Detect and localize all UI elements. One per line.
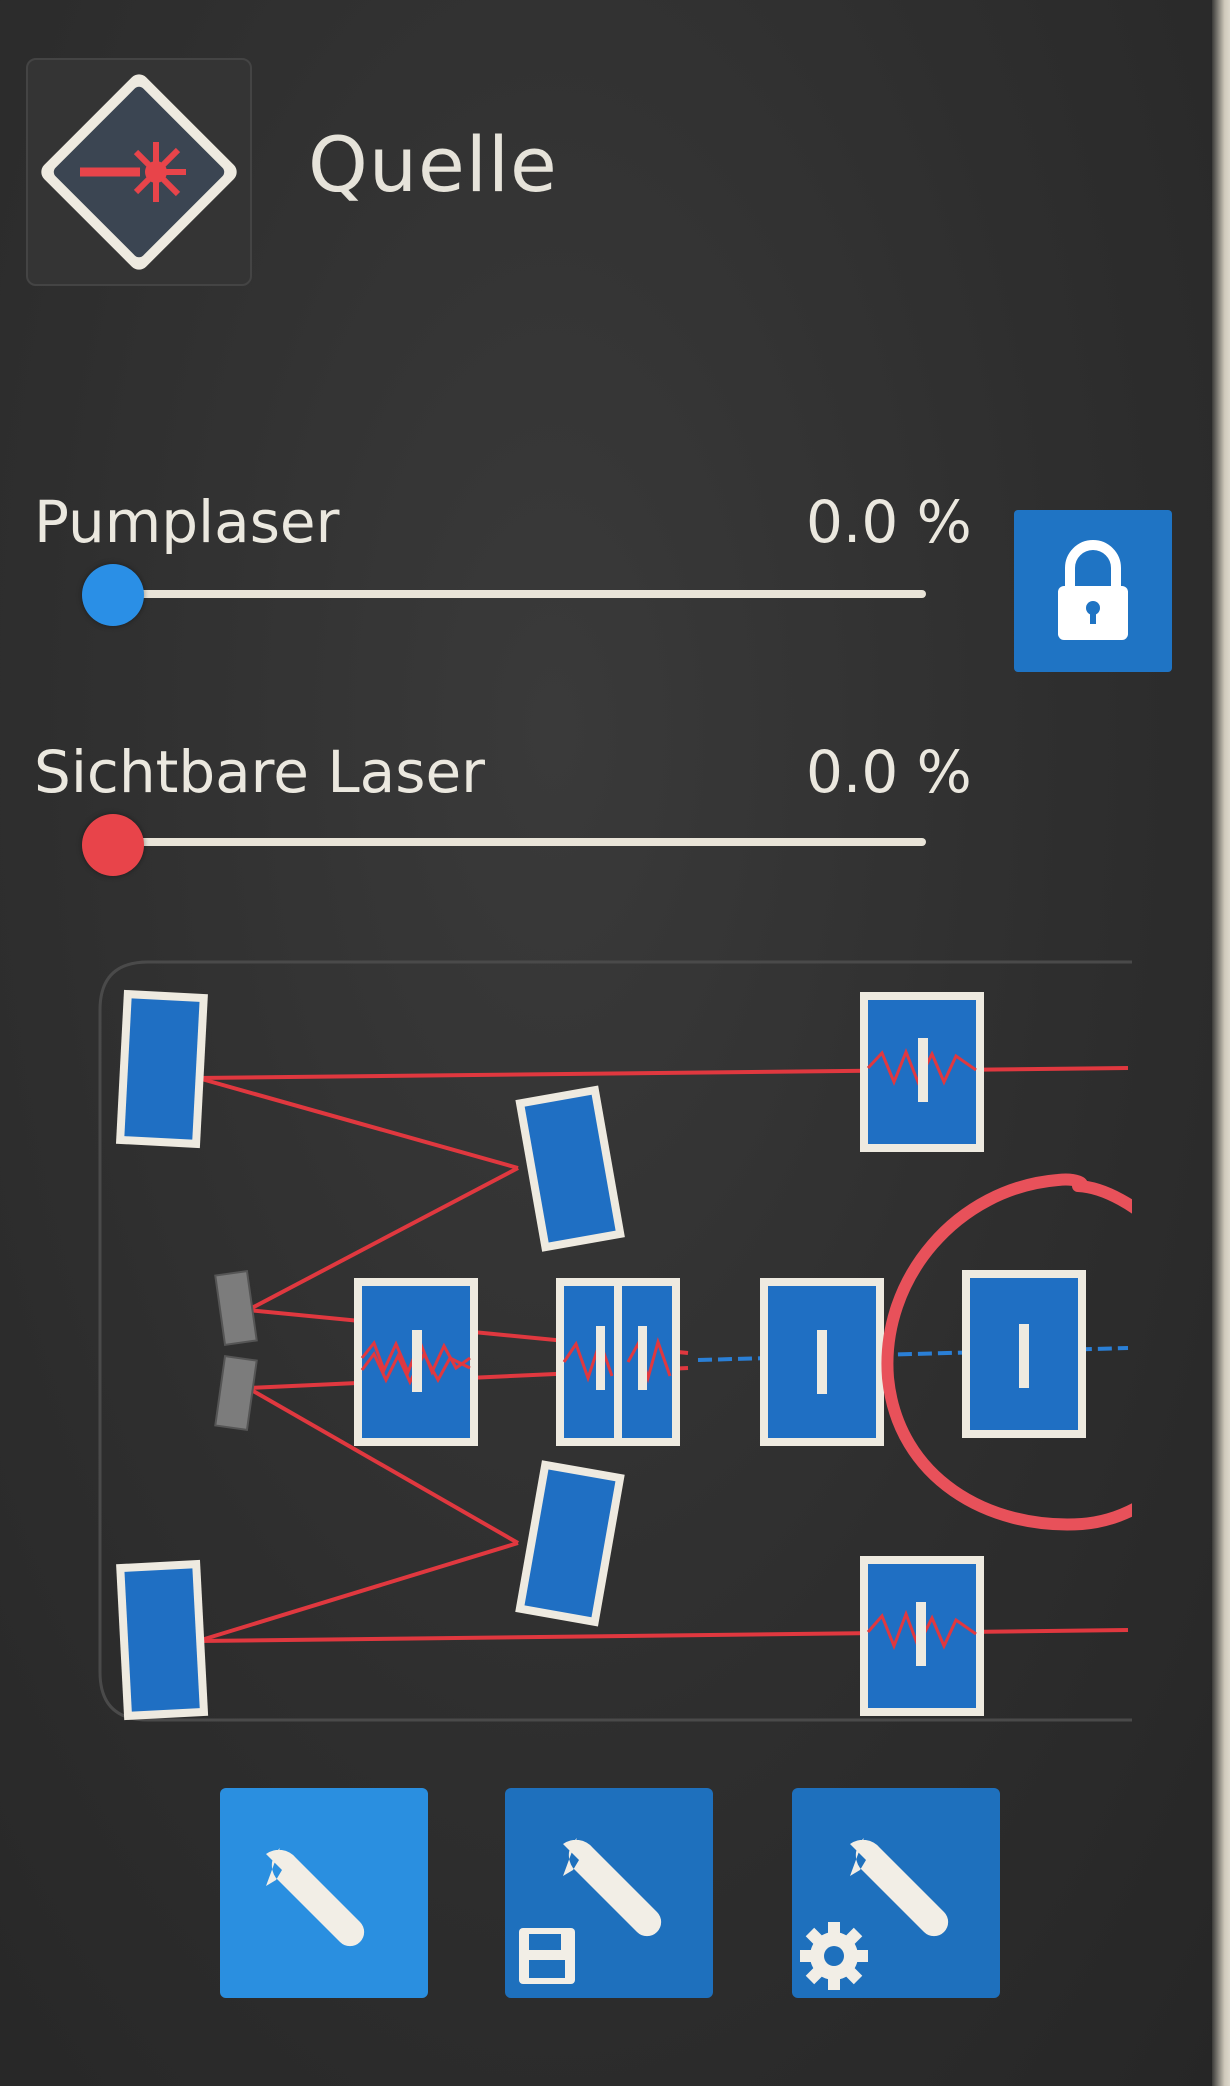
pump-diode-upper (214, 1269, 258, 1347)
laser-source-icon[interactable] (26, 58, 252, 286)
pumplaser-slider-knob[interactable] (82, 564, 144, 626)
optical-module-4[interactable] (962, 1270, 1086, 1438)
mirror-upper-center[interactable] (515, 1085, 625, 1252)
wrench-save-icon (519, 1838, 662, 1984)
crystal-module-1[interactable] (354, 1278, 478, 1446)
wrench-settings-icon (800, 1838, 949, 1990)
pumplaser-label: Pumplaser (34, 488, 340, 556)
panel-edge (1212, 0, 1230, 2086)
crystal-module-bottom[interactable] (860, 1556, 984, 1716)
crystal-module-2[interactable] (556, 1278, 680, 1446)
optical-module-3[interactable] (760, 1278, 884, 1446)
page-title: Quelle (308, 120, 558, 209)
service-button[interactable] (220, 1788, 428, 1998)
save-service-button[interactable] (505, 1788, 713, 1998)
visible-laser-slider-track[interactable] (112, 838, 926, 846)
wrench-icon (266, 1848, 365, 1947)
visible-laser-value: 0.0 % (806, 738, 972, 806)
mirror-top-left[interactable] (115, 989, 208, 1149)
visible-laser-label: Sichtbare Laser (34, 738, 485, 806)
mirror-bottom-left[interactable] (116, 1559, 209, 1721)
mirror-lower-center[interactable] (515, 1460, 625, 1627)
crystal-module-top[interactable] (860, 992, 984, 1152)
lock-button[interactable] (1014, 510, 1172, 672)
source-panel: Quelle Pumplaser 0.0 % Sichtbare Laser 0… (0, 0, 1230, 2086)
pumplaser-slider-track[interactable] (112, 590, 926, 598)
pump-diode-lower (214, 1354, 258, 1432)
pumplaser-value: 0.0 % (806, 488, 972, 556)
settings-service-button[interactable] (792, 1788, 1000, 1998)
optical-setup-diagram (98, 960, 1132, 1722)
visible-laser-slider-knob[interactable] (82, 814, 144, 876)
lock-icon (1058, 540, 1128, 640)
